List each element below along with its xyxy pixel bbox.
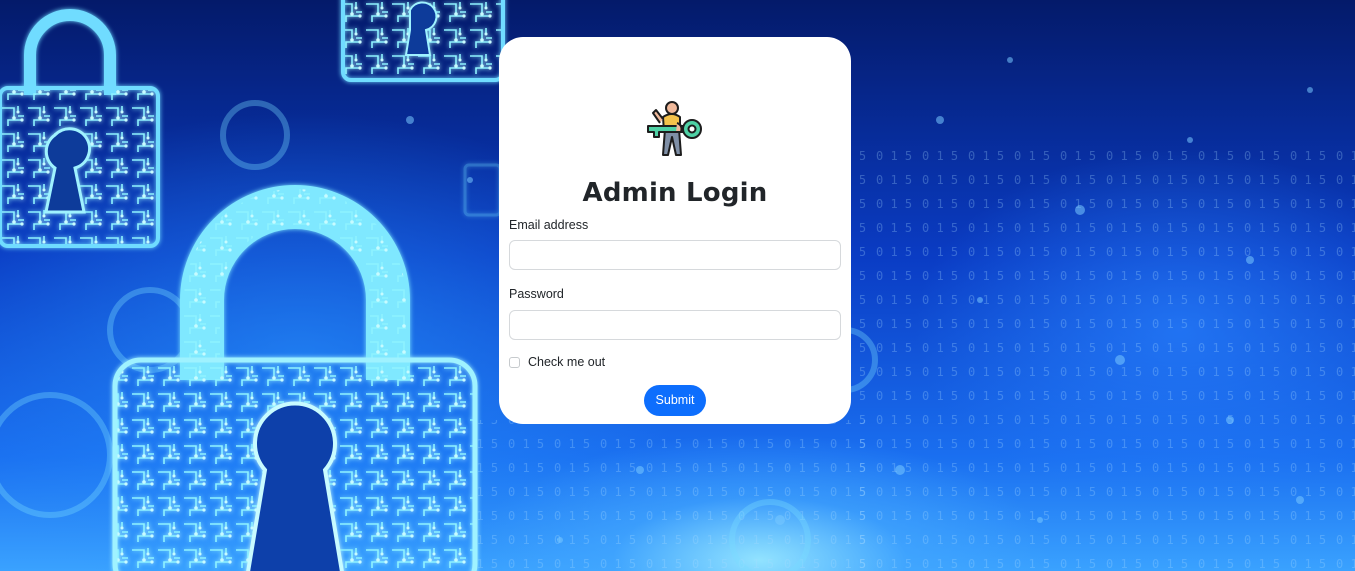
remember-row[interactable]: Check me out: [509, 355, 605, 369]
remember-checkbox[interactable]: [509, 356, 520, 368]
page-title: Admin Login: [582, 178, 768, 208]
email-field[interactable]: [509, 240, 841, 270]
submit-button[interactable]: Submit: [644, 385, 706, 416]
person-with-key-icon: [643, 99, 705, 159]
password-label: Password: [509, 287, 564, 301]
password-field[interactable]: [509, 310, 841, 340]
remember-label[interactable]: Check me out: [528, 355, 605, 369]
login-card: Admin Login Email address Password Check…: [499, 37, 851, 424]
email-label: Email address: [509, 218, 589, 232]
